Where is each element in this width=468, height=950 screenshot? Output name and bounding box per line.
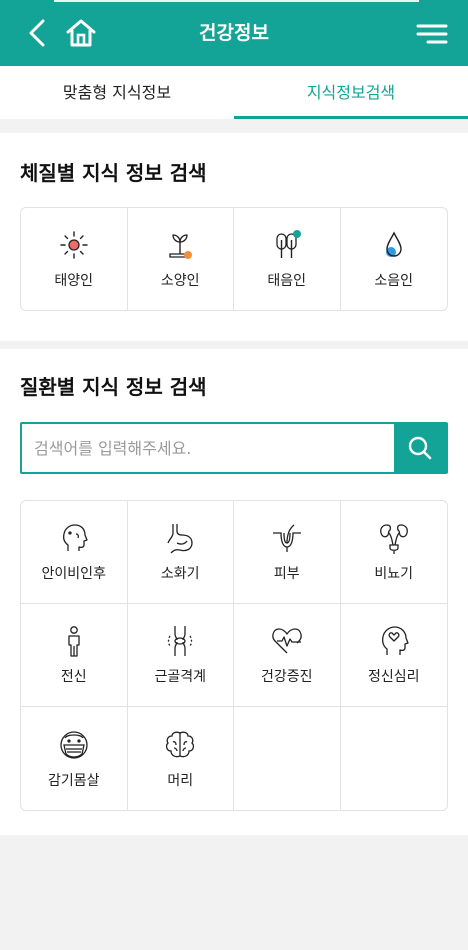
disease-item-whole-body[interactable]: 전신 [21, 604, 128, 707]
constitution-item-taeyang[interactable]: 태양인 [21, 208, 128, 310]
constitution-section: 체질별 지식 정보 검색 태양인 소양인 태음인 소음인 [0, 133, 468, 341]
constitution-item-soyang[interactable]: 소양인 [128, 208, 234, 310]
disease-item-health-promotion[interactable]: 건강증진 [234, 604, 341, 707]
empty-cell [341, 707, 448, 810]
disease-item-mental[interactable]: 정신심리 [340, 604, 447, 707]
kidney-icon [379, 524, 408, 554]
sun-icon [60, 231, 88, 259]
disease-grid: 안이비인후 소화기 피부 비뇨기 전신 근골격계 건강증진 정신심리 감기몸살 … [20, 500, 448, 811]
tab-bar: 맞춤형 지식정보 지식정보검색 [0, 66, 468, 119]
disease-label: 정신심리 [367, 669, 420, 685]
disease-item-digestive[interactable]: 소화기 [127, 501, 234, 604]
constitution-label: 태음인 [267, 273, 307, 289]
back-button[interactable] [22, 16, 52, 50]
disease-label: 비뇨기 [374, 566, 414, 582]
mask-face-icon [60, 730, 88, 759]
constitution-label: 태양인 [54, 273, 94, 289]
home-button[interactable] [64, 15, 98, 51]
disease-item-skin[interactable]: 피부 [234, 501, 341, 604]
disease-label: 안이비인후 [41, 566, 106, 582]
water-drop-icon [385, 231, 402, 257]
page-title: 건강정보 [199, 22, 269, 44]
menu-button[interactable] [412, 18, 452, 50]
brain-icon [166, 731, 195, 757]
constitution-grid: 태양인 소양인 태음인 소음인 [20, 207, 448, 311]
constitution-label: 소음인 [374, 273, 414, 289]
joint-icon [168, 626, 193, 656]
disease-item-ent[interactable]: 안이비인후 [21, 501, 128, 604]
search-input[interactable] [34, 424, 384, 472]
disease-item-urinary[interactable]: 비뇨기 [340, 501, 447, 604]
empty-cell [234, 707, 341, 810]
body-icon [68, 626, 80, 657]
head-profile-icon [62, 524, 88, 551]
disease-label: 근골격계 [154, 669, 207, 685]
tree-icon [276, 230, 301, 258]
disease-label: 감기몸살 [47, 772, 100, 789]
disease-label: 건강증진 [260, 669, 313, 685]
tab-custom-info[interactable]: 맞춤형 지식정보 [0, 66, 234, 119]
section-title: 질환별 지식 정보 검색 [20, 375, 207, 399]
sprout-icon [169, 234, 193, 259]
back-arrow-icon [29, 19, 45, 47]
hamburger-menu-icon [416, 24, 448, 44]
mind-head-icon [381, 626, 409, 655]
tab-info-search-label: 지식정보검색 [306, 83, 396, 102]
search-button[interactable] [394, 424, 446, 472]
disease-label: 소화기 [160, 566, 200, 582]
app-header: 건강정보 [0, 0, 468, 66]
disease-item-cold[interactable]: 감기몸살 [21, 707, 128, 810]
home-icon [66, 19, 96, 47]
section-title: 체질별 지식 정보 검색 [20, 161, 207, 185]
search-box [20, 422, 448, 474]
active-tab-indicator [234, 116, 468, 119]
constitution-item-soeum[interactable]: 소음인 [341, 208, 448, 310]
heart-pulse-icon [272, 628, 302, 654]
constitution-item-taeeum[interactable]: 태음인 [234, 208, 341, 310]
disease-item-head[interactable]: 머리 [128, 707, 234, 810]
disease-label: 전신 [60, 669, 87, 685]
search-icon [408, 436, 432, 460]
disease-label: 머리 [167, 772, 194, 789]
disease-label: 피부 [273, 566, 300, 582]
constitution-label: 소양인 [160, 273, 200, 289]
tab-info-search[interactable]: 지식정보검색 [234, 66, 468, 119]
stomach-icon [167, 524, 193, 554]
disease-item-musculoskeletal[interactable]: 근골격계 [127, 604, 234, 707]
skin-hair-icon [272, 524, 301, 552]
disease-section: 질환별 지식 정보 검색 안이비인후 소화기 [0, 349, 468, 835]
